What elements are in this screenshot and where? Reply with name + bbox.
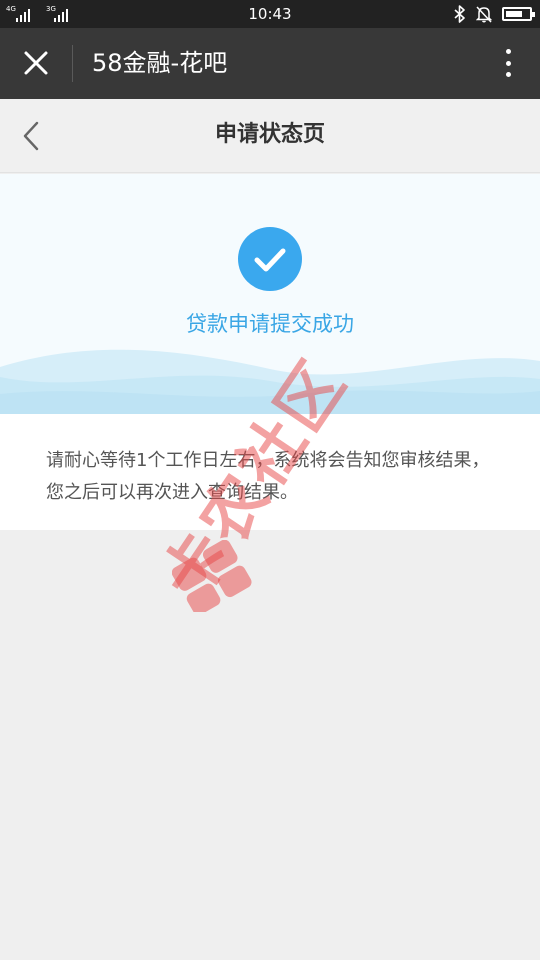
page-title: 申请状态页: [214, 122, 325, 147]
more-vertical-icon: [505, 49, 511, 54]
status-bar: 4G 3G 10:43: [0, 0, 540, 28]
info-message: 请耐心等待1个工作日左右，系统将会告知您审核结果，您之后可以再次进入查询结果。: [46, 450, 490, 503]
bluetooth-icon: [454, 5, 465, 23]
success-panel: 贷款申请提交成功: [0, 174, 540, 414]
silent-mode-icon: [476, 6, 492, 23]
page-nav-bar: 申请状态页: [0, 99, 540, 173]
more-dot: [505, 72, 511, 77]
battery-icon: [502, 7, 535, 21]
close-icon: [24, 51, 48, 75]
more-dot: [505, 60, 511, 66]
status-icons: [454, 4, 535, 24]
check-circle-icon: [238, 227, 302, 291]
close-button[interactable]: [18, 45, 54, 81]
app-header: 58金融-花吧: [0, 28, 540, 99]
info-card: 请耐心等待1个工作日左右，系统将会告知您审核结果，您之后可以再次进入查询结果。: [0, 414, 540, 530]
watermark-logo-icon: [172, 540, 252, 612]
more-options-button[interactable]: [498, 46, 518, 80]
wave-decoration: [0, 349, 540, 414]
header-divider: [72, 45, 73, 82]
success-message: 贷款申请提交成功: [186, 312, 354, 336]
app-title: 58金融-花吧: [92, 49, 228, 77]
